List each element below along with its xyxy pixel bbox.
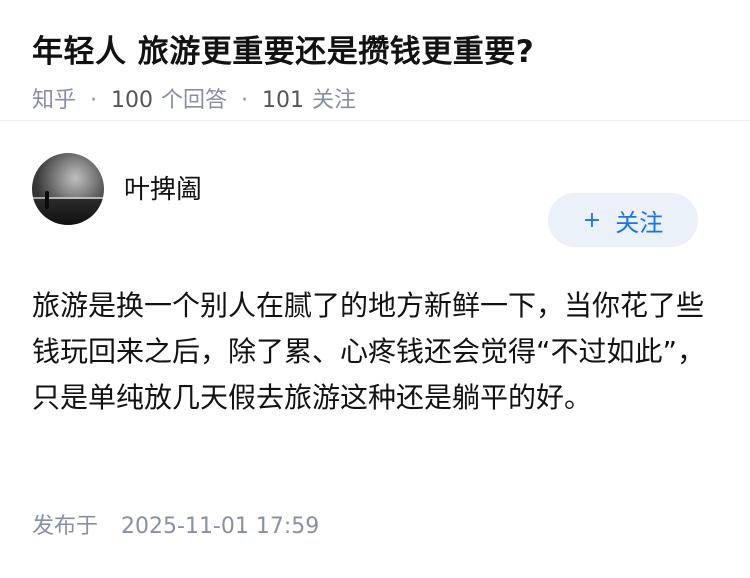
avatar[interactable] [32,153,104,225]
author-name[interactable]: 叶捭阖 [124,173,202,207]
publish-info: 发布于 2025-11-01 17:59 [32,512,319,542]
avatar-ground [32,199,104,225]
follower-count-label: 关注 [312,88,357,113]
plus-icon: + [582,207,602,233]
follow-button[interactable]: + 关注 [548,193,698,247]
published-time: 2025-11-01 17:59 [121,514,320,539]
source-label[interactable]: 知乎 [32,86,76,116]
answer-content[interactable]: 旅游是换一个别人在腻了的地方新鲜一下，当你花了些钱玩回来之后，除了累、心疼钱还会… [32,283,722,421]
separator-dot: · [90,88,98,113]
separator-dot: · [241,88,249,113]
follow-button-label: 关注 [615,208,664,237]
answer-count: 100 [111,88,154,113]
question-meta: 知乎 · 100 个回答 · 101 关注 [32,86,718,116]
question-title[interactable]: 年轻人 旅游更重要还是攒钱更重要? [32,30,718,74]
answer-count-label[interactable]: 个回答 [161,86,227,116]
question-header: 年轻人 旅游更重要还是攒钱更重要? 知乎 · 100 个回答 · 101 关注 [0,0,750,121]
avatar-person [45,191,49,209]
published-label: 发布于 [32,514,99,539]
follower-count: 101 [262,88,305,113]
